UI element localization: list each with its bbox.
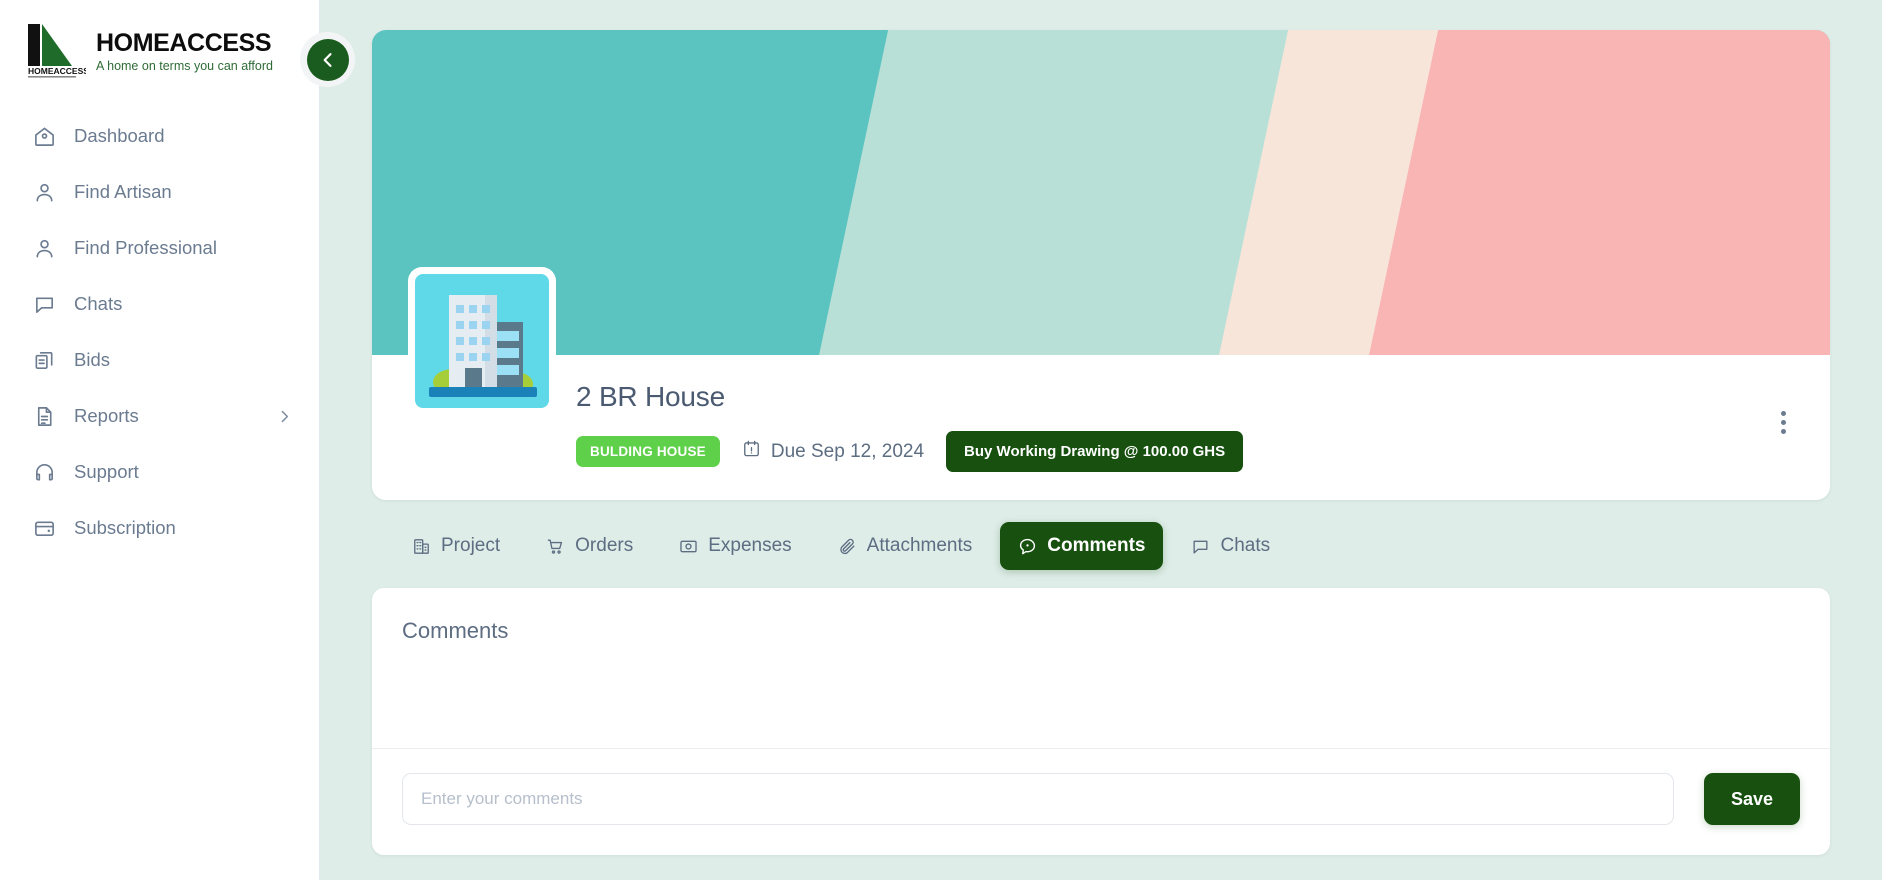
banner-stripe-pink xyxy=(1357,30,1830,355)
office-building-icon xyxy=(415,274,549,408)
comment-input[interactable] xyxy=(402,773,1674,825)
more-vertical-icon[interactable] xyxy=(1770,407,1796,437)
main-content: 2 BR House BULDING HOUSE Due Sep 12, 202… xyxy=(320,0,1882,880)
tab-label: Chats xyxy=(1220,535,1271,556)
sidebar-item-reports[interactable]: Reports xyxy=(0,388,319,444)
sidebar-nav: Dashboard Find Artisan Find Professional… xyxy=(0,102,319,556)
user-icon xyxy=(32,236,56,260)
chat-icon xyxy=(1191,537,1210,556)
chat-bubble-icon xyxy=(32,292,56,316)
tab-project[interactable]: Project xyxy=(394,522,518,570)
comments-panel: Comments Save xyxy=(372,588,1830,855)
homeaccess-logo-icon: HOMEACCESS xyxy=(24,22,86,80)
calendar-icon xyxy=(742,439,761,464)
tab-label: Expenses xyxy=(708,535,792,556)
tab-label: Comments xyxy=(1047,535,1146,556)
paperclip-icon xyxy=(838,537,857,556)
app-root: HOMEACCESS HOMEACCESS A home on terms yo… xyxy=(0,0,1882,880)
comments-title: Comments xyxy=(402,618,509,643)
tab-comments[interactable]: Comments xyxy=(1000,522,1164,570)
building-icon xyxy=(412,537,431,556)
chevron-left-icon xyxy=(306,38,349,81)
sidebar-item-chats[interactable]: Chats xyxy=(0,276,319,332)
project-thumbnail[interactable] xyxy=(408,267,556,415)
money-icon xyxy=(679,537,698,556)
buy-working-drawing-button[interactable]: Buy Working Drawing @ 100.00 GHS xyxy=(946,431,1244,472)
due-date: Due Sep 12, 2024 xyxy=(742,439,924,464)
tab-label: Attachments xyxy=(866,535,973,556)
project-header-card: 2 BR House BULDING HOUSE Due Sep 12, 202… xyxy=(372,30,1830,500)
wallet-icon xyxy=(32,516,56,540)
comment-composer: Save xyxy=(372,748,1830,855)
brand-tagline: A home on terms you can afford xyxy=(96,59,273,74)
sidebar-item-find-artisan[interactable]: Find Artisan xyxy=(0,164,319,220)
sidebar-item-label: Chats xyxy=(74,293,123,314)
sidebar-item-subscription[interactable]: Subscription xyxy=(0,500,319,556)
comment-icon xyxy=(1018,537,1037,556)
sidebar-item-bids[interactable]: Bids xyxy=(0,332,319,388)
tab-label: Project xyxy=(441,535,501,556)
user-icon xyxy=(32,180,56,204)
brand-logo[interactable]: HOMEACCESS HOMEACCESS A home on terms yo… xyxy=(0,4,319,102)
tab-orders[interactable]: Orders xyxy=(528,522,651,570)
sidebar-item-label: Bids xyxy=(74,349,110,370)
sidebar-item-label: Reports xyxy=(74,405,139,426)
tab-label: Orders xyxy=(575,535,634,556)
tab-attachments[interactable]: Attachments xyxy=(820,522,991,570)
project-summary: 2 BR House BULDING HOUSE Due Sep 12, 202… xyxy=(372,267,1830,500)
cart-icon xyxy=(546,537,565,556)
page-title: 2 BR House xyxy=(576,381,725,412)
tab-chats[interactable]: Chats xyxy=(1173,522,1288,570)
chevron-right-icon[interactable] xyxy=(276,408,293,425)
sidebar-item-dashboard[interactable]: Dashboard xyxy=(0,108,319,164)
headset-icon xyxy=(32,460,56,484)
sidebar-item-label: Support xyxy=(74,461,139,482)
sidebar-item-label: Find Professional xyxy=(74,237,217,258)
comments-list: Comments xyxy=(372,588,1830,748)
sidebar-item-label: Subscription xyxy=(74,517,176,538)
sidebar-item-find-professional[interactable]: Find Professional xyxy=(0,220,319,276)
sidebar-item-label: Find Artisan xyxy=(74,181,172,202)
due-date-label: Due Sep 12, 2024 xyxy=(770,440,925,462)
status-badge: BULDING HOUSE xyxy=(576,436,720,467)
save-button[interactable]: Save xyxy=(1704,773,1800,825)
brand-name: HOMEACCESS xyxy=(96,29,272,58)
svg-text:HOMEACCESS: HOMEACCESS xyxy=(28,66,86,76)
project-banner xyxy=(372,30,1830,355)
sidebar: HOMEACCESS HOMEACCESS A home on terms yo… xyxy=(0,0,320,880)
copy-documents-icon xyxy=(32,348,56,372)
sidebar-collapse-button[interactable] xyxy=(300,32,355,87)
document-icon xyxy=(32,404,56,428)
project-tabs: Project Orders Expenses Attachments Comm… xyxy=(372,500,1830,588)
sidebar-item-support[interactable]: Support xyxy=(0,444,319,500)
project-meta: 2 BR House BULDING HOUSE Due Sep 12, 202… xyxy=(372,355,1830,472)
sidebar-item-label: Dashboard xyxy=(74,125,165,146)
tab-expenses[interactable]: Expenses xyxy=(661,522,809,570)
home-icon xyxy=(32,124,56,148)
project-meta-row: BULDING HOUSE Due Sep 12, 2024 Buy Worki… xyxy=(576,431,1830,472)
